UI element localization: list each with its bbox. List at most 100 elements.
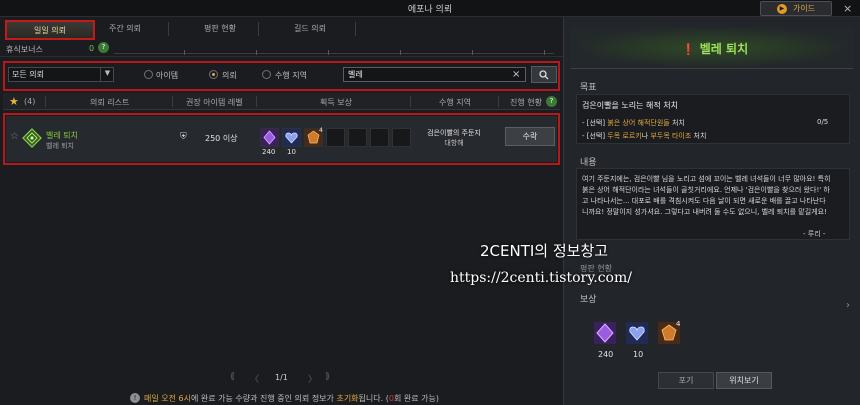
gauge-tick (328, 50, 329, 55)
reset-notice-text: 에 완료 가능 수량과 진행 중인 의뢰 정보가 (190, 394, 337, 403)
info-icon: ! (130, 393, 140, 403)
description-text: 여기 주둔지에는, 검은이빨 님을 노리고 섬에 꼬이는 벨레 녀석들이 너무 … (582, 175, 831, 216)
rest-bonus-bar (0, 41, 563, 57)
blue-heart-gem-icon (626, 322, 648, 344)
locate-button[interactable]: 위치보기 (716, 372, 772, 389)
last-page-button[interactable]: ⟫ (325, 372, 330, 382)
reward-stack-count: 4 (319, 127, 323, 134)
tab-divider (258, 22, 259, 36)
rest-bonus-value: 0 (89, 44, 95, 53)
detail-title: ❗ 벨레 퇴치 (600, 40, 830, 57)
table-header (3, 93, 560, 110)
column-divider (498, 96, 499, 107)
rest-bonus-label: 휴식보너스 (6, 45, 43, 54)
reset-notice: 매일 오전 6시에 완료 가능 수량과 진행 중인 의뢰 정보가 초기화됩니다.… (144, 393, 439, 404)
column-divider (410, 96, 411, 107)
close-icon[interactable]: × (843, 2, 852, 15)
goal-target: 부두목 타이조 (650, 132, 692, 140)
goal-line: - [선택] 붉은 상어 해적단원들 처치 (582, 118, 685, 128)
column-divider (172, 96, 173, 107)
radio-item[interactable] (144, 70, 153, 79)
search-button[interactable] (531, 66, 557, 83)
star-outline-icon[interactable]: ☆ (10, 131, 19, 142)
goal-heading: 목표 (580, 83, 597, 93)
empty-reward-slot (370, 128, 389, 147)
detail-reward-slot[interactable] (626, 322, 648, 344)
reward-slot[interactable] (260, 128, 279, 147)
detail-reward-count: 10 (633, 350, 644, 359)
chevron-right-icon[interactable]: › (846, 300, 850, 311)
prev-page-button[interactable]: 〈 (250, 372, 259, 385)
tab-daily[interactable]: 일일 의뢰 (5, 20, 95, 40)
quest-marker-icon: ❗ (681, 43, 696, 56)
detail-reward-stack: 4 (676, 320, 681, 328)
purple-crystal-icon (261, 129, 278, 146)
window-title: 에포나 의뢰 (407, 5, 453, 15)
reward-heading: 보상 (580, 295, 597, 305)
col-quest-list: 의뢰 리스트 (90, 98, 130, 107)
goal-target: 붉은 상어 해적단원들 (607, 119, 670, 127)
reward-count: 10 (287, 148, 296, 156)
tab-divider (168, 22, 169, 36)
help-icon[interactable]: ? (98, 42, 109, 53)
detail-title-text: 벨레 퇴치 (699, 42, 749, 56)
accept-button[interactable]: 수락 (505, 127, 555, 146)
favorite-count: (4) (24, 97, 36, 106)
search-icon (539, 70, 549, 80)
tab-divider (355, 22, 356, 36)
reward-count: 240 (262, 148, 276, 156)
star-icon[interactable]: ★ (9, 95, 19, 108)
detail-reward-slot[interactable] (594, 322, 616, 344)
gauge-tick (472, 50, 473, 55)
first-page-button[interactable]: ⟪ (230, 372, 235, 382)
guide-label: 가이드 (792, 4, 816, 13)
abandon-button[interactable]: 포기 (658, 372, 714, 389)
search-input[interactable]: 벨레 (343, 67, 526, 82)
detail-reward-count: 240 (598, 350, 614, 359)
goal-prefix: - [선택] (582, 119, 608, 127)
help-icon[interactable]: ? (546, 96, 557, 107)
blue-heart-gem-icon (283, 129, 300, 146)
col-progress: 진행 현황 (510, 98, 542, 107)
gauge-tick (400, 50, 401, 55)
tab-weekly[interactable]: 주간 의뢰 (95, 20, 155, 40)
reset-time: 매일 오전 6시 (144, 394, 191, 403)
empty-reward-slot (348, 128, 367, 147)
quest-emblem-icon (22, 128, 42, 148)
tab-guild[interactable]: 길드 의뢰 (270, 20, 350, 40)
goal-line: - [선택] 두목 로르키나 부두목 타이조 처치 (582, 131, 706, 141)
goal-main: 검은이빨을 노리는 해적 처치 (582, 101, 678, 110)
col-reward: 획득 보상 (320, 98, 352, 107)
goal-suffix: 처치 (669, 119, 685, 127)
reset-word: 초기화 (336, 394, 359, 403)
radio-quest-label: 의뢰 (222, 71, 237, 80)
col-item-level: 권장 아이템 레벨 (186, 98, 243, 107)
radio-quest[interactable] (209, 70, 218, 79)
purple-crystal-icon (594, 322, 616, 344)
next-page-button[interactable]: 〉 (308, 372, 317, 385)
region-name: 검은이빨의 주둔지 (427, 129, 481, 137)
quest-type-select[interactable]: 모든 의뢰 (8, 67, 114, 82)
empty-reward-slot (392, 128, 411, 147)
reset-notice-text: 회 완료 가능) (393, 394, 439, 403)
item-level-requirement: 250 이상 (205, 134, 238, 143)
watermark-url: https://2centi.tistory.com/ (450, 270, 632, 286)
gauge-tick (184, 50, 185, 55)
quest-subtitle: 벨레 퇴치 (46, 142, 74, 150)
rest-bonus-gauge (114, 53, 554, 54)
col-region: 수행 지역 (439, 98, 471, 107)
goal-prefix: - [선택] (582, 132, 608, 140)
tab-reputation[interactable]: 평판 현황 (185, 20, 255, 40)
chevron-down-icon[interactable]: ▼ (100, 67, 114, 82)
radio-item-label: 아이템 (156, 71, 179, 80)
radio-region[interactable] (262, 70, 271, 79)
column-divider (256, 96, 257, 107)
play-icon: ▶ (776, 3, 787, 14)
column-divider (45, 96, 46, 107)
guide-button[interactable]: ▶ 가이드 (760, 1, 832, 16)
reward-slot[interactable] (282, 128, 301, 147)
clear-icon[interactable]: × (512, 67, 520, 82)
goal-progress: 0/5 (817, 118, 829, 126)
quest-name: 벨레 퇴치 (46, 131, 78, 140)
reset-notice-text: 됩니다. ( (358, 394, 389, 403)
